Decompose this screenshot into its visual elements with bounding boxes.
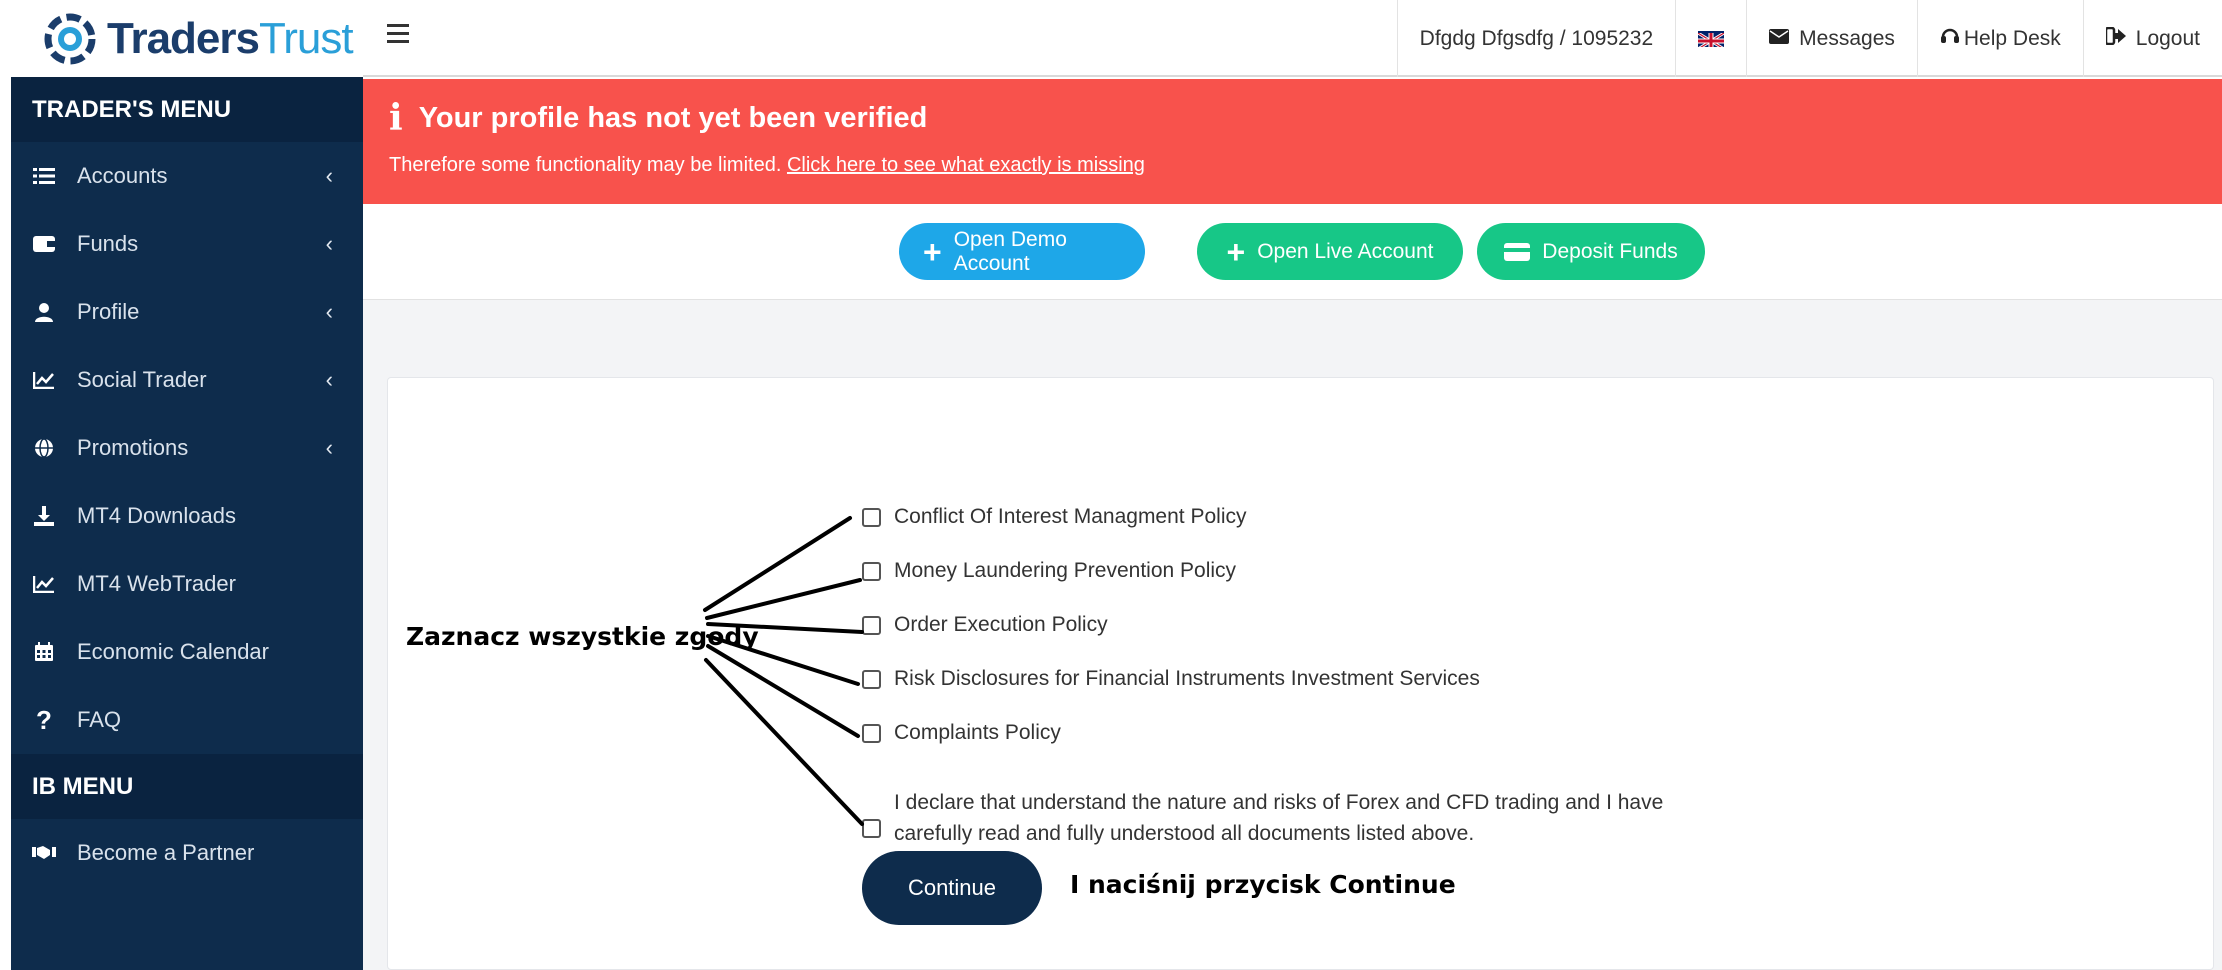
list-icon: [32, 164, 56, 188]
globe-icon: [32, 436, 56, 460]
declaration-checkbox[interactable]: [862, 818, 881, 838]
chevron-left-icon: ‹: [325, 163, 333, 188]
verification-alert: i Your profile has not yet been verified…: [363, 79, 2222, 204]
open-live-label: Open Live Account: [1257, 239, 1434, 263]
policy-row: Order Execution Policy: [862, 613, 1108, 637]
policy-label: Conflict Of Interest Managment Policy: [894, 505, 1247, 528]
policy-label: Money Laundering Prevention Policy: [894, 559, 1237, 582]
sidebar-item-label: Funds: [77, 231, 139, 256]
hamburger-menu-icon[interactable]: [387, 24, 409, 43]
info-icon: i: [389, 97, 403, 139]
annotation-check-all: Zaznacz wszystkie zgody: [406, 622, 759, 651]
language-selector[interactable]: [1675, 0, 1746, 77]
sidebar-item-label: MT4 WebTrader: [77, 571, 236, 596]
sidebar-item-promotions[interactable]: Promotions ‹: [11, 414, 363, 482]
policy-checkbox[interactable]: [862, 723, 881, 743]
declaration-line-1: I declare that understand the nature and…: [894, 791, 1664, 814]
handshake-icon: [32, 841, 56, 865]
open-live-account-button[interactable]: + Open Live Account: [1197, 223, 1463, 280]
policy-row: Risk Disclosures for Financial Instrumen…: [862, 667, 1480, 691]
plus-icon: +: [1226, 233, 1246, 270]
alert-text: Therefore some functionality may be limi…: [389, 154, 782, 176]
policy-checkbox[interactable]: [862, 669, 881, 689]
download-icon: [32, 504, 56, 528]
headset-icon: [1940, 26, 1960, 52]
messages-link[interactable]: Messages: [1746, 0, 1917, 77]
user-account-label[interactable]: Dfgdg Dfgsdfg / 1095232: [1396, 0, 1676, 77]
deposit-label: Deposit Funds: [1542, 239, 1678, 263]
sidebar-item-label: Economic Calendar: [77, 639, 269, 664]
declaration-text: I declare that understand the nature and…: [894, 787, 1663, 849]
user-icon: [32, 300, 56, 324]
policy-label: Order Execution Policy: [894, 613, 1108, 636]
sidebar-item-label: Accounts: [77, 163, 168, 188]
policy-label: Risk Disclosures for Financial Instrumen…: [894, 667, 1480, 690]
sidebar-item-funds[interactable]: Funds ‹: [11, 210, 363, 278]
sidebar-item-faq[interactable]: ? FAQ: [11, 686, 363, 754]
continue-button[interactable]: Continue: [862, 851, 1042, 925]
policy-checkbox[interactable]: [862, 507, 881, 527]
chart-icon: [32, 572, 56, 596]
open-demo-label: Open Demo Account: [953, 227, 1067, 275]
alert-title: Your profile has not yet been verified: [418, 101, 928, 134]
sidebar-item-label: Social Trader: [77, 367, 207, 392]
logout-link[interactable]: Logout: [2082, 0, 2222, 77]
chevron-left-icon: ‹: [325, 435, 333, 460]
policy-row: Conflict Of Interest Managment Policy: [862, 505, 1246, 529]
credit-card-icon: [1504, 242, 1531, 261]
declaration-row: I declare that understand the nature and…: [862, 787, 1722, 849]
wallet-icon: [32, 232, 56, 256]
declaration-line-2: carefully read and fully understood all …: [894, 822, 1475, 845]
traders-menu-title: TRADER'S MENU: [11, 77, 363, 142]
ib-menu-title: IB MENU: [11, 754, 363, 819]
sidebar-item-label: MT4 Downloads: [77, 503, 236, 528]
sidebar-item-become-partner[interactable]: Become a Partner: [11, 819, 363, 887]
policy-row: Money Laundering Prevention Policy: [862, 559, 1236, 583]
annotation-press-continue: I naciśnij przycisk Continue: [1070, 870, 1456, 899]
envelope-icon: [1769, 27, 1790, 50]
sidebar-item-label: FAQ: [77, 707, 122, 732]
sidebar: TradersTrust TRADER'S MENU Accounts ‹ Fu…: [11, 0, 363, 970]
chevron-left-icon: ‹: [325, 231, 333, 256]
sidebar-item-accounts[interactable]: Accounts ‹: [11, 142, 363, 210]
calendar-icon: [32, 640, 56, 664]
sign-out-icon: [2104, 26, 2126, 51]
sidebar-item-mt4-webtrader[interactable]: MT4 WebTrader: [11, 550, 363, 618]
logo[interactable]: TradersTrust: [11, 0, 363, 77]
plus-icon: +: [923, 233, 942, 270]
deposit-funds-button[interactable]: Deposit Funds: [1477, 223, 1705, 280]
alert-text-row: Therefore some functionality may be limi…: [389, 154, 1145, 177]
topbar: Dfgdg Dfgsdfg / 1095232 Messages Help De…: [363, 0, 2222, 77]
sidebar-item-economic-calendar[interactable]: Economic Calendar: [11, 618, 363, 686]
help-desk-link[interactable]: Help Desk: [1916, 0, 2083, 77]
open-demo-account-button[interactable]: + Open Demo Account: [899, 223, 1145, 280]
help-desk-label: Help Desk: [1963, 26, 2061, 50]
sidebar-item-label: Profile: [77, 299, 140, 324]
missing-info-link[interactable]: Click here to see what exactly is missin…: [787, 154, 1145, 176]
logout-label: Logout: [2135, 26, 2200, 50]
chevron-left-icon: ‹: [325, 299, 333, 324]
policy-label: Complaints Policy: [894, 721, 1061, 744]
uk-flag-icon: [1698, 30, 1725, 47]
logo-icon: [41, 10, 99, 68]
sidebar-item-profile[interactable]: Profile ‹: [11, 278, 363, 346]
sidebar-item-label: Become a Partner: [77, 840, 255, 865]
chevron-left-icon: ‹: [325, 367, 333, 392]
policy-checkbox[interactable]: [862, 615, 881, 635]
chart-icon: [32, 368, 56, 392]
action-bar: + Open Demo Account + Open Live Account …: [363, 204, 2222, 300]
sidebar-item-mt4-downloads[interactable]: MT4 Downloads: [11, 482, 363, 550]
sidebar-item-social-trader[interactable]: Social Trader ‹: [11, 346, 363, 414]
policy-checkbox[interactable]: [862, 561, 881, 581]
policy-row: Complaints Policy: [862, 721, 1061, 745]
sidebar-item-label: Promotions: [77, 435, 189, 460]
question-icon: ?: [36, 704, 52, 735]
logo-text: TradersTrust: [107, 13, 354, 63]
messages-label: Messages: [1799, 26, 1895, 50]
alert-title-row: i Your profile has not yet been verified: [389, 97, 927, 139]
